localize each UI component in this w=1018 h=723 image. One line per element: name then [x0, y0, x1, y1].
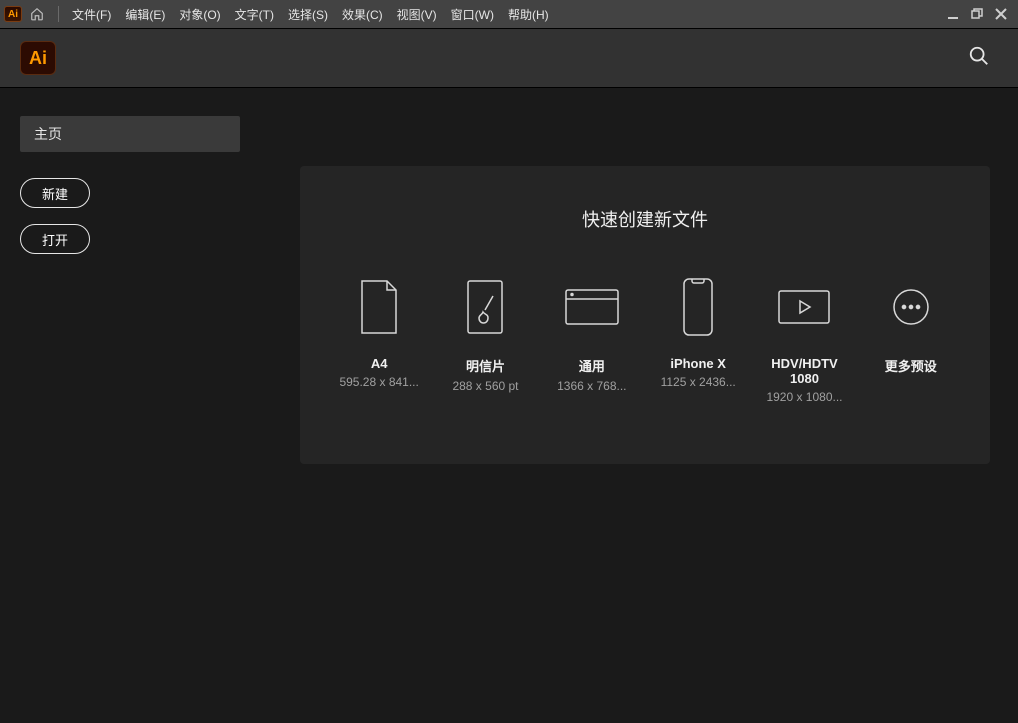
preset-name: HDV/HDTV 1080 [755, 356, 853, 386]
menu-item[interactable]: 文件(F) [65, 6, 118, 23]
menubar: Ai 文件(F)编辑(E)对象(O)文字(T)选择(S)效果(C)视图(V)窗口… [0, 0, 1018, 28]
close-icon[interactable] [994, 7, 1008, 21]
sidebar: 主页 新建 打开 [20, 116, 300, 723]
menu-item[interactable]: 编辑(E) [118, 6, 172, 23]
preset-item[interactable]: 通用 1366 x 768... [543, 272, 641, 404]
menu-item[interactable]: 选择(S) [281, 6, 335, 23]
preset-dims: 595.28 x 841... [339, 375, 418, 389]
video-icon [774, 272, 834, 342]
preset-dims: 1920 x 1080... [766, 390, 842, 404]
main-area: 快速创建新文件 A4 595.28 x 841... 明信片 288 x 560 pt… [300, 116, 1018, 723]
preset-list: A4 595.28 x 841... 明信片 288 x 560 pt 通用 1366 x… [330, 272, 960, 404]
minimize-icon[interactable] [946, 7, 960, 21]
maximize-icon[interactable] [970, 7, 984, 21]
browser-icon [562, 272, 622, 342]
open-button[interactable]: 打开 [20, 224, 90, 254]
window-controls [946, 0, 1018, 28]
search-icon[interactable] [968, 45, 990, 72]
menu-separator [58, 6, 59, 22]
app-badge-icon: Ai [4, 6, 22, 22]
preset-name: 通用 [579, 356, 605, 375]
menu-item[interactable]: 效果(C) [335, 6, 390, 23]
preset-dims: 288 x 560 pt [452, 379, 518, 393]
postcard-icon [455, 272, 515, 342]
preset-item[interactable]: 明信片 288 x 560 pt [436, 272, 534, 404]
app-logo-icon: Ai [20, 41, 56, 75]
card-title: 快速创建新文件 [330, 206, 960, 232]
preset-name: 明信片 [466, 356, 505, 375]
menu-item[interactable]: 帮助(H) [501, 6, 556, 23]
menu-item[interactable]: 文字(T) [228, 6, 281, 23]
new-button[interactable]: 新建 [20, 178, 90, 208]
content: 主页 新建 打开 快速创建新文件 A4 595.28 x 841... 明信片 288… [0, 88, 1018, 723]
more-icon [881, 272, 941, 342]
menu-item[interactable]: 窗口(W) [444, 6, 501, 23]
preset-name: A4 [371, 356, 388, 371]
preset-item[interactable]: 更多预设 [862, 272, 960, 404]
preset-item[interactable]: HDV/HDTV 1080 1920 x 1080... [755, 272, 853, 404]
home-icon[interactable] [28, 5, 46, 23]
menu-item[interactable]: 视图(V) [390, 6, 444, 23]
header: Ai [0, 28, 1018, 88]
preset-name: iPhone X [670, 356, 726, 371]
preset-dims: 1366 x 768... [557, 379, 626, 393]
preset-dims: 1125 x 2436... [661, 375, 736, 389]
preset-item[interactable]: A4 595.28 x 841... [330, 272, 428, 404]
menu-item[interactable]: 对象(O) [172, 6, 227, 23]
tab-home[interactable]: 主页 [20, 116, 240, 152]
page-icon [349, 272, 409, 342]
preset-item[interactable]: iPhone X 1125 x 2436... [649, 272, 747, 404]
preset-name: 更多预设 [885, 356, 937, 375]
phone-icon [668, 272, 728, 342]
quick-create-card: 快速创建新文件 A4 595.28 x 841... 明信片 288 x 560 pt… [300, 166, 990, 464]
